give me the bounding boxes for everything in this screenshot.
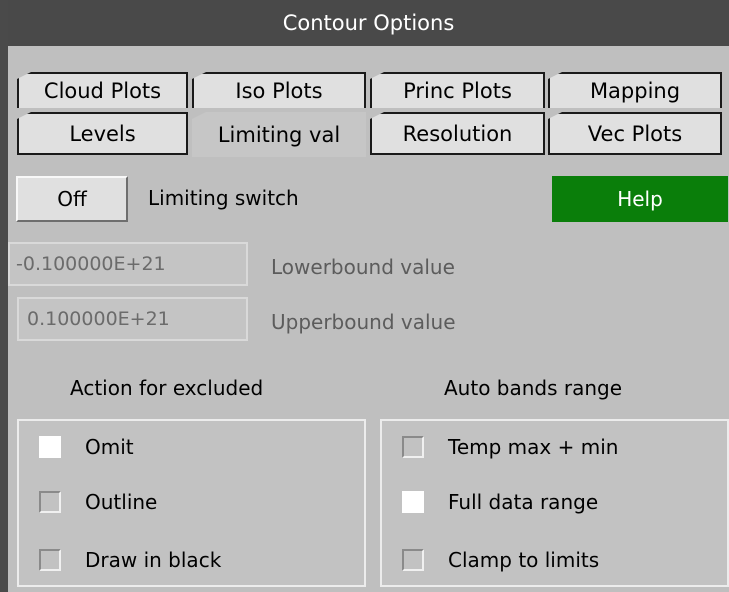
full-data-range-label: Full data range — [448, 490, 599, 514]
upperbound-label: Upperbound value — [271, 310, 456, 334]
tab-levels[interactable]: Levels — [17, 112, 188, 155]
help-button[interactable]: Help — [552, 176, 728, 222]
window-title: Contour Options — [8, 0, 729, 46]
omit-checkbox[interactable] — [39, 436, 61, 458]
option-omit[interactable]: Omit — [39, 435, 134, 459]
option-full-data-range[interactable]: Full data range — [402, 490, 598, 514]
lowerbound-label: Lowerbound value — [271, 255, 455, 279]
draw-in-black-checkbox[interactable] — [39, 549, 61, 571]
tab-princ-plots[interactable]: Princ Plots — [370, 72, 545, 108]
limiting-switch-label: Limiting switch — [148, 186, 299, 210]
upperbound-field[interactable]: 0.100000E+21 — [17, 297, 248, 341]
clamp-to-limits-checkbox[interactable] — [402, 549, 424, 571]
option-draw-in-black[interactable]: Draw in black — [39, 548, 221, 572]
tab-mapping[interactable]: Mapping — [548, 72, 722, 108]
auto-bands-group: Temp max + min Full data range Clamp to … — [380, 419, 729, 587]
tab-limiting-val[interactable]: Limiting val — [192, 112, 366, 157]
full-data-range-checkbox[interactable] — [402, 491, 424, 513]
tab-resolution[interactable]: Resolution — [370, 112, 545, 155]
option-outline[interactable]: Outline — [39, 490, 157, 514]
temp-max-min-label: Temp max + min — [448, 435, 619, 459]
lowerbound-field[interactable]: -0.100000E+21 — [8, 242, 248, 286]
excluded-group: Omit Outline Draw in black — [17, 419, 366, 587]
option-clamp-to-limits[interactable]: Clamp to limits — [402, 548, 599, 572]
clamp-to-limits-label: Clamp to limits — [448, 548, 600, 572]
contour-options-window: Contour Options Cloud Plots Iso Plots Pr… — [0, 0, 729, 592]
limiting-switch-button[interactable]: Off — [16, 176, 128, 222]
omit-label: Omit — [85, 435, 134, 459]
tab-cloud-plots[interactable]: Cloud Plots — [17, 72, 188, 108]
temp-max-min-checkbox[interactable] — [402, 436, 424, 458]
draw-in-black-label: Draw in black — [85, 548, 222, 572]
auto-bands-heading: Auto bands range — [444, 376, 623, 400]
outline-checkbox[interactable] — [39, 491, 61, 513]
excluded-heading: Action for excluded — [70, 376, 264, 400]
tab-vec-plots[interactable]: Vec Plots — [548, 112, 722, 155]
outline-label: Outline — [85, 490, 158, 514]
tab-iso-plots[interactable]: Iso Plots — [192, 72, 366, 108]
option-temp-max-min[interactable]: Temp max + min — [402, 435, 618, 459]
